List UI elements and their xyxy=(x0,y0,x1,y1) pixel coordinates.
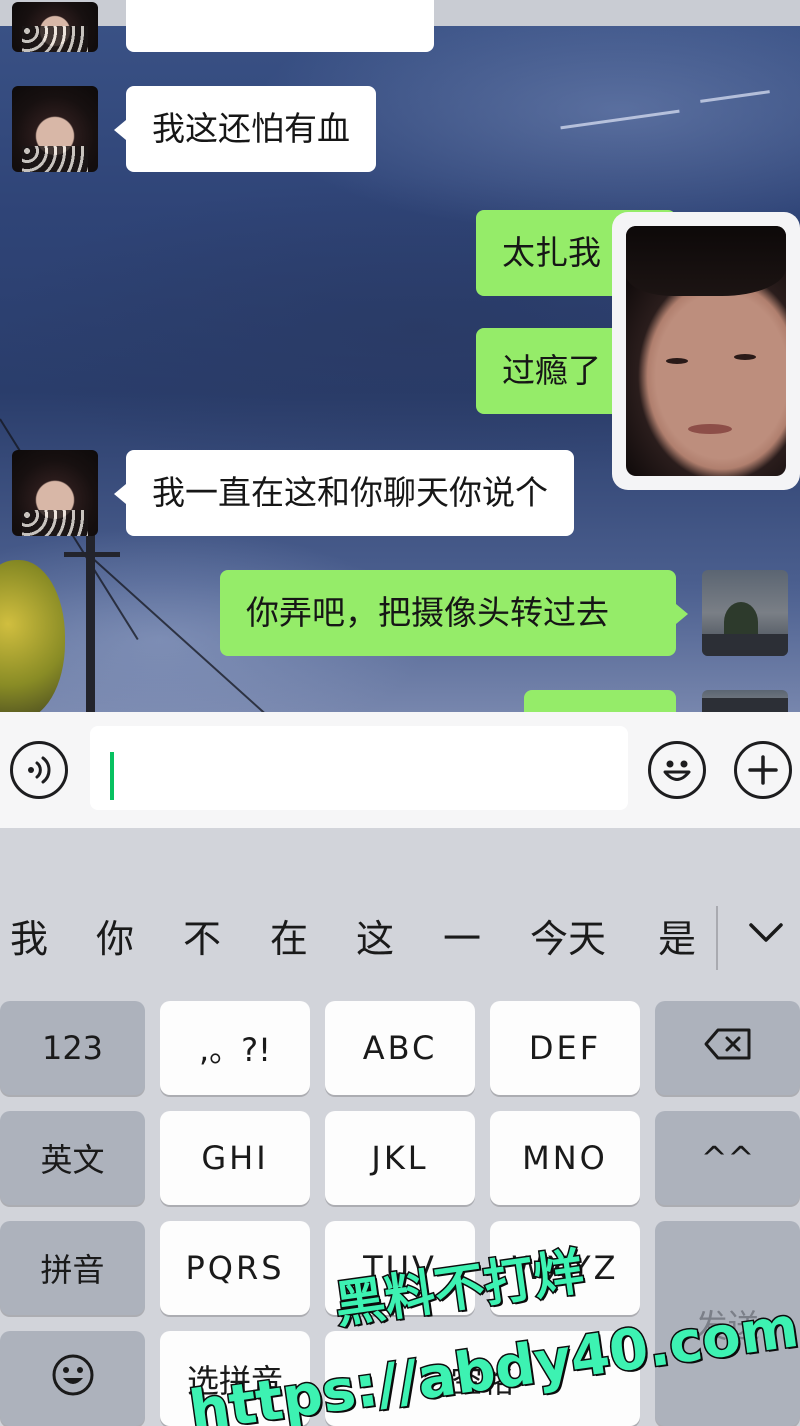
backspace-icon xyxy=(703,1027,753,1069)
key-emoji[interactable] xyxy=(0,1331,145,1426)
background-streak xyxy=(560,109,680,130)
key-pqrs[interactable]: PQRS xyxy=(160,1221,310,1315)
message-bubble-sent[interactable]: 你弄吧，把摄像头转过去 xyxy=(220,570,676,656)
voice-icon[interactable] xyxy=(10,741,68,799)
candidate-word[interactable]: 你 xyxy=(96,894,134,984)
candidate-word[interactable]: 今天 xyxy=(530,894,606,984)
contact-avatar[interactable] xyxy=(12,2,98,52)
video-eye xyxy=(666,358,688,364)
key-emoticon[interactable]: ^^ xyxy=(655,1111,800,1205)
candidate-word[interactable]: 我 xyxy=(10,894,48,984)
candidate-word[interactable]: 这 xyxy=(356,894,394,984)
candidate-word[interactable]: 不 xyxy=(183,894,221,984)
my-avatar[interactable] xyxy=(702,570,788,656)
message-bubble-sent[interactable] xyxy=(524,690,676,712)
key-abc[interactable]: ABC xyxy=(325,1001,475,1095)
video-mouth xyxy=(688,424,732,434)
plus-icon[interactable] xyxy=(734,741,792,799)
chevron-down-icon[interactable] xyxy=(748,922,784,948)
key-punctuation[interactable]: ,。?! xyxy=(160,1001,310,1095)
chat-area[interactable]: 我这还怕有血 太扎我 过瘾了 我一直在这和你聊天你说个 你弄吧，把摄像头转过去 xyxy=(0,0,800,712)
input-bar xyxy=(0,712,800,828)
bubble-tail xyxy=(114,484,126,504)
key-mno[interactable]: MNO xyxy=(490,1111,640,1205)
my-avatar[interactable] xyxy=(702,690,788,712)
background-pole xyxy=(86,530,95,712)
key-123[interactable]: 123 xyxy=(0,1001,145,1095)
contact-avatar[interactable] xyxy=(12,450,98,536)
background-tree xyxy=(0,560,65,712)
candidate-word[interactable]: 在 xyxy=(270,894,308,984)
candidate-word[interactable]: 一 xyxy=(443,894,481,984)
key-english[interactable]: 英文 xyxy=(0,1111,145,1205)
background-streak xyxy=(700,90,770,103)
message-bubble[interactable] xyxy=(126,0,434,52)
key-def[interactable]: DEF xyxy=(490,1001,640,1095)
text-caret xyxy=(110,752,114,800)
video-call-window[interactable] xyxy=(612,212,800,490)
candidate-bar: 我 你 不 在 这 一 今天 是 xyxy=(0,894,800,984)
bubble-tail xyxy=(676,604,688,624)
bubble-tail xyxy=(114,120,126,140)
message-bubble[interactable]: 我这还怕有血 xyxy=(126,86,376,172)
candidate-word[interactable]: 是 xyxy=(658,894,696,984)
emoji-icon xyxy=(51,1353,95,1405)
key-jkl[interactable]: JKL xyxy=(325,1111,475,1205)
contact-avatar[interactable] xyxy=(12,86,98,172)
key-delete[interactable] xyxy=(655,1001,800,1095)
message-bubble[interactable]: 我一直在这和你聊天你说个 xyxy=(126,450,574,536)
video-hair xyxy=(626,226,786,296)
emoji-icon[interactable] xyxy=(648,741,706,799)
video-eye xyxy=(734,354,756,360)
candidate-divider xyxy=(716,906,718,970)
message-input[interactable] xyxy=(90,726,628,810)
key-pinyin[interactable]: 拼音 xyxy=(0,1221,145,1315)
key-ghi[interactable]: GHI xyxy=(160,1111,310,1205)
video-feed xyxy=(626,226,786,476)
